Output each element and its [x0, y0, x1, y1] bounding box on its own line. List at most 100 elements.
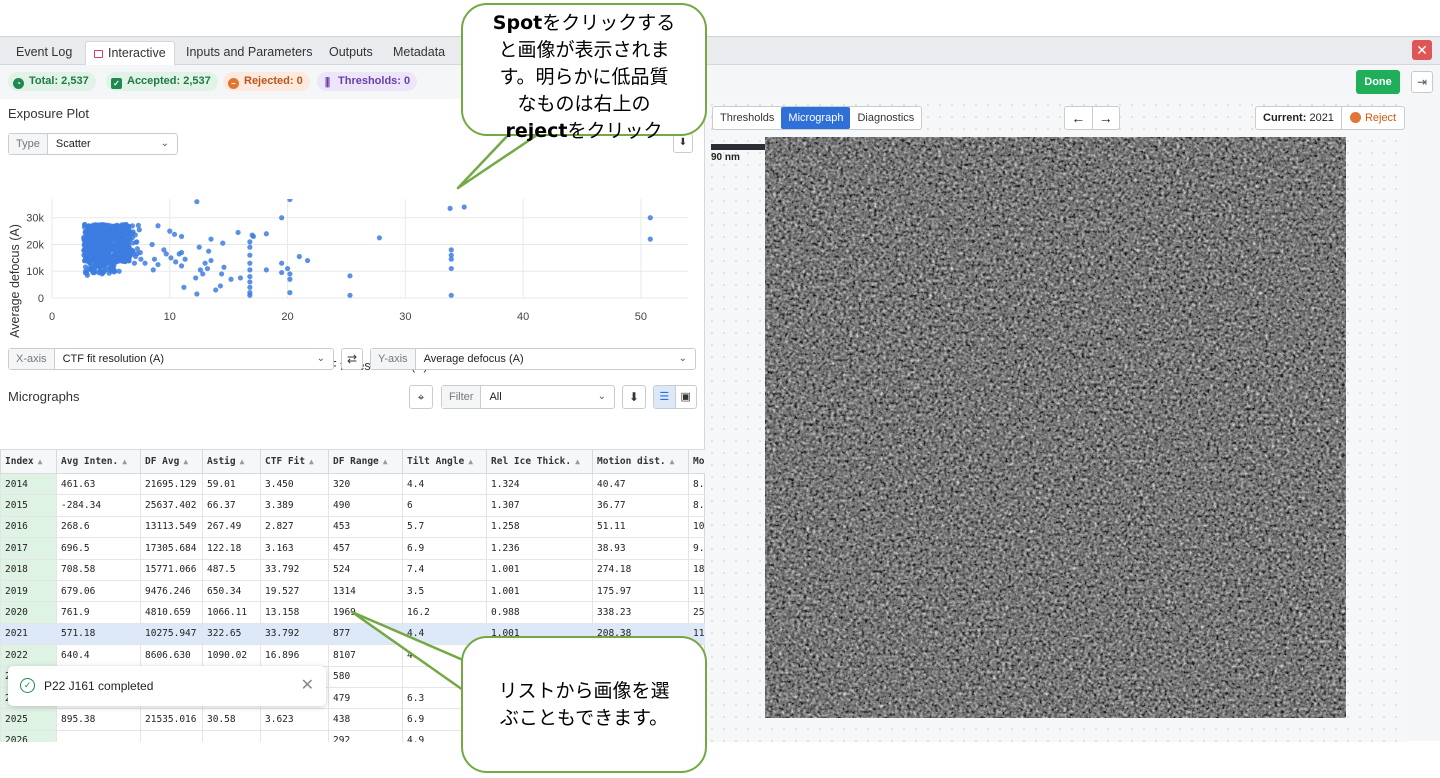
scatter-point[interactable]: [448, 265, 454, 272]
scatter-point[interactable]: [284, 265, 291, 272]
scatter-point[interactable]: [120, 241, 126, 248]
scatter-point[interactable]: [167, 228, 173, 234]
scatter-point[interactable]: [178, 263, 185, 269]
scatter-point[interactable]: [250, 233, 256, 240]
scatter-point[interactable]: [108, 260, 114, 266]
sort-icon[interactable]: ▲: [383, 457, 388, 466]
scatter-point[interactable]: [120, 236, 126, 242]
scatter-point[interactable]: [81, 222, 88, 228]
scatter-point[interactable]: [347, 273, 353, 279]
tab-outputs[interactable]: Outputs: [321, 41, 381, 65]
table-row[interactable]: 2014 461.63 21695.129 59.01 3.450 320 4.4 1.324…: [0, 472, 705, 496]
done-button[interactable]: Done: [1356, 70, 1400, 94]
scatter-point[interactable]: [296, 253, 302, 260]
scatter-point[interactable]: [171, 231, 178, 237]
view-toggle[interactable]: ☰ ▣: [653, 385, 697, 409]
scatter-point[interactable]: [102, 233, 108, 240]
plot-type-select[interactable]: Type Scatter ⌄: [8, 133, 178, 155]
swap-axes-icon[interactable]: ⇄: [341, 348, 363, 370]
scatter-point[interactable]: [131, 260, 138, 266]
column-header[interactable]: Rel Ice Thick. ▲: [486, 449, 593, 474]
list-view-icon[interactable]: ☰: [654, 386, 675, 408]
scatter-point[interactable]: [102, 255, 108, 261]
scatter-point[interactable]: [228, 276, 234, 282]
scatter-point[interactable]: [117, 225, 123, 232]
scatter-point[interactable]: [108, 237, 114, 243]
scatter-point[interactable]: [213, 287, 219, 293]
scatter-point[interactable]: [94, 252, 100, 258]
scatter-point[interactable]: [116, 268, 122, 274]
thresholds-badge[interactable]: ⫼ Thresholds: 0: [317, 72, 418, 91]
column-header[interactable]: Mo: [687, 449, 705, 474]
scatter-point[interactable]: [461, 204, 467, 210]
scatter-point[interactable]: [86, 223, 92, 229]
column-header[interactable]: DF Range ▲: [328, 449, 403, 474]
scatter-point[interactable]: [105, 267, 111, 273]
scatter-point[interactable]: [247, 244, 253, 250]
y-axis-select[interactable]: Y-axis Average defocus (A) ⌄: [370, 348, 696, 370]
scatter-point[interactable]: [138, 256, 144, 262]
scatter-point[interactable]: [181, 284, 187, 290]
scatter-point[interactable]: [279, 260, 285, 266]
scatter-point[interactable]: [208, 236, 214, 242]
scatter-point[interactable]: [88, 263, 94, 269]
scatter-point[interactable]: [173, 259, 179, 265]
scatter-point[interactable]: [84, 272, 90, 278]
accepted-badge[interactable]: ✓ Accepted: 2,537: [106, 72, 218, 91]
scatter-point[interactable]: [196, 244, 202, 250]
scatter-point[interactable]: [217, 283, 224, 289]
table-row[interactable]: 2019 679.06 9476.246 650.34 19.527 1314 3.5 1.0…: [0, 579, 705, 603]
scatter-point[interactable]: [155, 261, 161, 268]
scatter-point[interactable]: [287, 290, 293, 296]
scatter-point[interactable]: [200, 271, 206, 277]
scatter-point[interactable]: [122, 255, 128, 262]
scatter-point[interactable]: [194, 199, 200, 205]
column-header[interactable]: Index ▲: [0, 449, 57, 474]
scatter-point[interactable]: [235, 229, 241, 236]
sort-icon[interactable]: ▲: [670, 457, 675, 466]
scatter-point[interactable]: [247, 284, 253, 290]
table-row[interactable]: 2017 696.5 17305.684 122.18 3.163 457 6.9 1.236…: [0, 537, 705, 560]
scatter-point[interactable]: [247, 292, 253, 298]
scatter-point[interactable]: [204, 265, 211, 272]
scatter-point[interactable]: [129, 231, 135, 237]
scatter-point[interactable]: [95, 248, 101, 254]
column-header[interactable]: Avg Inten. ▲: [56, 449, 141, 474]
scatter-point[interactable]: [247, 279, 253, 285]
scatter-point[interactable]: [263, 267, 269, 273]
scatter-point[interactable]: [92, 243, 99, 249]
scatter-point[interactable]: [220, 240, 226, 246]
scatter-point[interactable]: [247, 260, 253, 266]
scatter-point[interactable]: [125, 225, 132, 232]
sort-icon[interactable]: ▲: [183, 457, 188, 466]
scatter-point[interactable]: [182, 256, 188, 262]
scatter-point[interactable]: [150, 267, 156, 273]
scatter-point[interactable]: [97, 268, 103, 274]
scatter-point[interactable]: [98, 241, 105, 248]
scatter-point[interactable]: [133, 253, 139, 260]
scatter-point[interactable]: [263, 231, 269, 237]
scatter-point[interactable]: [247, 239, 253, 245]
tab-thresholds[interactable]: Thresholds: [713, 107, 781, 129]
scatter-point[interactable]: [448, 256, 454, 262]
scatter-point[interactable]: [448, 247, 454, 253]
scatter-point[interactable]: [304, 257, 311, 264]
tab-diagnostics[interactable]: Diagnostics: [850, 107, 921, 129]
scatter-point[interactable]: [247, 252, 253, 258]
sort-icon[interactable]: ▲: [575, 457, 580, 466]
close-icon[interactable]: ✕: [1412, 40, 1432, 60]
scatter-point[interactable]: [221, 264, 227, 270]
rejected-badge[interactable]: – Rejected: 0: [223, 72, 310, 91]
scatter-point[interactable]: [287, 271, 293, 277]
column-header[interactable]: Motion dist. ▲: [592, 449, 689, 474]
scatter-point[interactable]: [202, 260, 208, 266]
scatter-point[interactable]: [206, 248, 212, 254]
arrow-right-icon[interactable]: →: [1093, 107, 1120, 129]
scatter-point[interactable]: [137, 249, 143, 256]
sort-icon[interactable]: ▲: [468, 457, 473, 466]
scatter-point[interactable]: [104, 223, 111, 230]
scatter-point[interactable]: [114, 236, 120, 242]
scatter-point[interactable]: [126, 237, 133, 243]
exit-panel-icon[interactable]: ⇥: [1411, 71, 1433, 93]
scatter-point[interactable]: [82, 264, 89, 270]
